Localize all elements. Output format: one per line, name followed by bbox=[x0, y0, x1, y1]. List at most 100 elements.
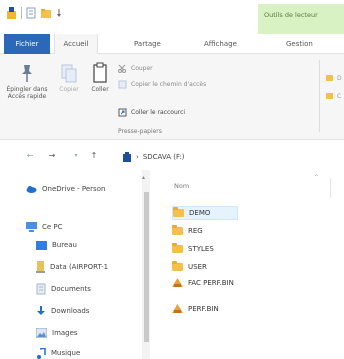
ribbon: Épingler dans Accès rapide Copier Coller… bbox=[0, 54, 344, 140]
scissors-icon bbox=[118, 64, 126, 73]
copy-button[interactable]: Copier bbox=[54, 62, 84, 93]
tab-view[interactable]: Affichage bbox=[204, 34, 237, 54]
paste-button[interactable]: Coller bbox=[86, 62, 114, 93]
file-name: FAC PERF.BIN bbox=[188, 279, 234, 287]
file-row-fac-perf-bin[interactable]: FAC PERF.BIN bbox=[172, 276, 234, 290]
tab-file[interactable]: Fichier bbox=[4, 34, 50, 54]
nav-pane-scrollbar[interactable] bbox=[142, 170, 150, 359]
nav-item-label: Ce PC bbox=[42, 223, 63, 231]
cut-button[interactable]: Couper bbox=[118, 64, 153, 73]
column-header-name[interactable]: Nom bbox=[174, 182, 189, 190]
nav-item-images[interactable]: Images bbox=[36, 326, 78, 340]
paste-shortcut-icon bbox=[118, 108, 127, 117]
ribbon-group-separator bbox=[319, 60, 320, 132]
address-path[interactable]: › SDCAVA (F:) bbox=[122, 151, 185, 163]
back-button[interactable]: ← bbox=[24, 149, 36, 163]
copy-to-button[interactable]: C bbox=[326, 92, 341, 100]
nav-item-onedrive[interactable]: OneDrive - Person bbox=[26, 182, 105, 196]
pin-quick-access-button[interactable]: Épingler dans Accès rapide bbox=[4, 62, 50, 100]
nav-item-label: Images bbox=[52, 329, 78, 337]
nav-item-documents[interactable]: Documents bbox=[36, 282, 91, 296]
folder-icon bbox=[172, 243, 183, 253]
cut-label: Couper bbox=[131, 65, 153, 72]
scroll-up-icon[interactable]: ▴ bbox=[142, 174, 145, 181]
folder-icon bbox=[172, 225, 183, 235]
copy-icon bbox=[61, 64, 77, 83]
breadcrumb-drive[interactable]: SDCAVA (F:) bbox=[143, 153, 185, 161]
copy-path-label: Copier le chemin d'accès bbox=[131, 81, 207, 88]
nav-item-data-network[interactable]: Data (AIRPORT-1 bbox=[36, 260, 108, 274]
nav-item-label: Musique bbox=[51, 349, 81, 357]
file-row-demo[interactable]: DEMO bbox=[172, 206, 238, 220]
nav-item-music[interactable]: Musique bbox=[36, 346, 80, 359]
copy-path-button[interactable]: Copier le chemin d'accès bbox=[118, 80, 206, 89]
nav-item-desktop[interactable]: Bureau bbox=[36, 238, 77, 252]
file-row-reg[interactable]: REG bbox=[172, 224, 203, 238]
file-list-pane: ^ Nom DEMO REG STYLES USER FAC PERF.BIN … bbox=[158, 170, 344, 359]
drive-icon bbox=[123, 152, 131, 162]
context-tab-drive-tools[interactable]: Outils de lecteur bbox=[258, 4, 344, 34]
tab-manage[interactable]: Gestion bbox=[286, 34, 313, 54]
paste-icon bbox=[93, 62, 107, 83]
up-arrow-icon: ↑ bbox=[90, 151, 98, 160]
clipboard-group-label: Presse-papiers bbox=[118, 128, 162, 135]
paste-shortcut-button[interactable]: Coller le raccourci bbox=[118, 108, 185, 117]
nav-item-downloads[interactable]: Downloads bbox=[36, 304, 89, 318]
sort-indicator-icon: ^ bbox=[314, 174, 320, 181]
navigation-pane: OneDrive - Person Ce PC Bureau Data (AIR… bbox=[0, 170, 158, 359]
address-bar: ← → ▾ ↑ › SDCAVA (F:) bbox=[0, 146, 344, 166]
file-name: REG bbox=[188, 227, 203, 235]
forward-arrow-icon: → bbox=[48, 151, 56, 160]
shortcut-icon bbox=[172, 304, 183, 313]
paste-label: Coller bbox=[91, 86, 109, 93]
shortcut-icon bbox=[172, 278, 183, 287]
file-row-perf-bin[interactable]: PERF.BIN bbox=[172, 302, 219, 316]
move-to-button[interactable]: D bbox=[326, 74, 342, 82]
copy-to-label: C bbox=[337, 92, 342, 100]
app-icon[interactable] bbox=[6, 6, 18, 20]
tab-home[interactable]: Accueil bbox=[54, 34, 98, 54]
downloads-icon bbox=[37, 306, 45, 315]
file-name: STYLES bbox=[188, 245, 214, 253]
nav-item-label: OneDrive - Person bbox=[42, 185, 106, 193]
forward-button[interactable]: → bbox=[46, 149, 58, 163]
desktop-icon bbox=[36, 240, 47, 250]
file-row-user[interactable]: USER bbox=[172, 260, 207, 274]
recent-locations-button[interactable]: ▾ bbox=[70, 149, 82, 163]
back-arrow-icon: ← bbox=[26, 151, 34, 160]
copy-to-icon bbox=[326, 93, 333, 99]
cloud-icon bbox=[26, 186, 37, 193]
column-divider[interactable] bbox=[330, 178, 331, 198]
chevron-down-icon: ▾ bbox=[74, 152, 78, 159]
ribbon-tabs: Fichier Accueil Partage Affichage Gestio… bbox=[0, 34, 344, 54]
file-row-styles[interactable]: STYLES bbox=[172, 242, 214, 256]
nav-item-label: Downloads bbox=[51, 307, 90, 315]
context-tab-label: Outils de lecteur bbox=[264, 11, 318, 19]
separator bbox=[21, 7, 22, 19]
copy-label: Copier bbox=[59, 86, 79, 93]
tab-share[interactable]: Partage bbox=[134, 34, 161, 54]
nav-item-label: Data (AIRPORT-1 bbox=[50, 263, 109, 271]
file-name: DEMO bbox=[189, 209, 211, 217]
folder-icon bbox=[173, 207, 184, 217]
pin-label-1: Épingler dans bbox=[6, 86, 48, 93]
network-drive-icon bbox=[36, 261, 45, 273]
documents-icon bbox=[36, 283, 46, 295]
music-icon bbox=[37, 347, 46, 359]
new-folder-icon[interactable] bbox=[40, 6, 52, 20]
properties-icon[interactable] bbox=[25, 6, 37, 20]
breadcrumb-separator-icon: › bbox=[136, 153, 139, 161]
up-button[interactable]: ↑ bbox=[88, 149, 100, 163]
move-label: D bbox=[337, 74, 342, 82]
title-bar: Outils de lecteur bbox=[0, 0, 344, 34]
dropdown-icon[interactable] bbox=[55, 6, 63, 20]
copy-path-icon bbox=[118, 80, 127, 89]
nav-pane-scroll-thumb[interactable] bbox=[144, 192, 149, 342]
nav-item-label: Documents bbox=[51, 285, 91, 293]
move-icon bbox=[326, 75, 333, 81]
folder-icon bbox=[172, 261, 183, 271]
nav-item-this-pc[interactable]: Ce PC bbox=[26, 220, 63, 234]
file-name: USER bbox=[188, 263, 207, 271]
images-icon bbox=[36, 328, 47, 338]
nav-item-label: Bureau bbox=[52, 241, 77, 249]
